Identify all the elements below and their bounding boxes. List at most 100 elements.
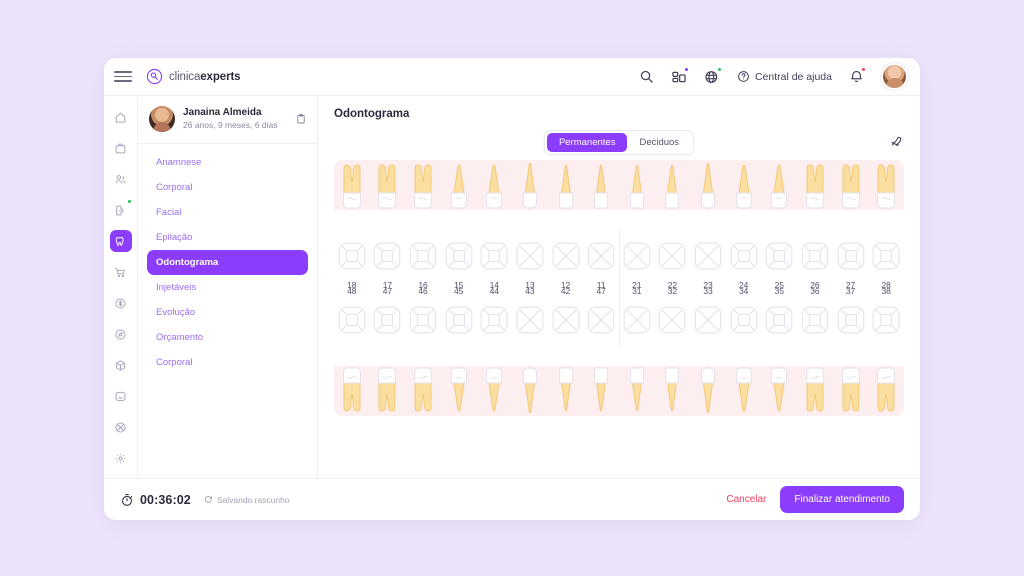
tooth-surface-chart[interactable] xyxy=(408,235,438,277)
tooth-32[interactable]: 32 xyxy=(655,283,691,416)
rail-item-rooms[interactable] xyxy=(110,199,132,221)
tooth-22[interactable]: 22 xyxy=(655,160,691,293)
rail-item-patients[interactable] xyxy=(110,168,132,190)
tooth-25[interactable]: 25 xyxy=(762,160,798,293)
tooth-33[interactable]: 33 xyxy=(690,283,726,416)
rail-item-agenda[interactable] xyxy=(110,137,132,159)
tooth-surface-chart[interactable] xyxy=(871,235,901,277)
tooth-45[interactable]: 45 xyxy=(441,283,477,416)
tooth-surface-chart[interactable] xyxy=(622,235,652,277)
brand-logo[interactable]: clinicaexperts xyxy=(146,68,241,85)
rail-item-finance[interactable] xyxy=(110,292,132,314)
tooth-surface-chart[interactable] xyxy=(729,235,759,277)
tooth-surface-chart[interactable] xyxy=(586,235,616,277)
tooth-surface-chart[interactable] xyxy=(836,235,866,277)
tooth-44[interactable]: 44 xyxy=(477,283,513,416)
tooth-42[interactable]: 42 xyxy=(548,283,584,416)
tooth-surface-chart[interactable] xyxy=(800,235,830,277)
rail-item-reports[interactable] xyxy=(110,323,132,345)
tooth-surface-chart[interactable] xyxy=(693,235,723,277)
tooth-12[interactable]: 12 xyxy=(548,160,584,293)
tooth-27[interactable]: 27 xyxy=(833,160,869,293)
tooth-surface-chart[interactable] xyxy=(800,299,830,341)
tooth-surface-chart[interactable] xyxy=(729,299,759,341)
tooth-surface-chart[interactable] xyxy=(551,299,581,341)
tooth-13[interactable]: 13 xyxy=(512,160,548,293)
rail-item-odontogram[interactable] xyxy=(109,230,132,252)
nav-item-anamnese[interactable]: Anamnese xyxy=(147,150,308,175)
tooth-surface-chart[interactable] xyxy=(836,299,866,341)
tooth-21[interactable]: 21 xyxy=(619,160,655,293)
hamburger-icon[interactable] xyxy=(114,71,132,82)
tooth-14[interactable]: 14 xyxy=(477,160,513,293)
tooth-16[interactable]: 16 xyxy=(405,160,441,293)
globe-icon[interactable] xyxy=(704,67,722,85)
nav-item-corporal-2[interactable]: Corporal xyxy=(147,350,308,375)
tooth-36[interactable]: 36 xyxy=(797,283,833,416)
tooth-surface-chart[interactable] xyxy=(444,235,474,277)
tooth-surface-chart[interactable] xyxy=(657,235,687,277)
tooth-15[interactable]: 15 xyxy=(441,160,477,293)
tooth-surface-chart[interactable] xyxy=(372,299,402,341)
nav-item-odontograma[interactable]: Odontograma xyxy=(147,250,308,275)
clipboard-icon[interactable] xyxy=(295,113,307,125)
tooth-surface-chart[interactable] xyxy=(657,299,687,341)
tooth-24[interactable]: 24 xyxy=(726,160,762,293)
tooth-surface-chart[interactable] xyxy=(479,235,509,277)
tooth-surface-chart[interactable] xyxy=(444,299,474,341)
tooth-18[interactable]: 18 xyxy=(334,160,370,293)
tooth-43[interactable]: 43 xyxy=(512,283,548,416)
tooth-surface-chart[interactable] xyxy=(479,299,509,341)
tooth-surface-chart[interactable] xyxy=(372,235,402,277)
tab-permanentes[interactable]: Permanentes xyxy=(546,132,628,152)
finish-appointment-button[interactable]: Finalizar atendimento xyxy=(780,486,904,513)
nav-item-evolucao[interactable]: Evolução xyxy=(147,300,308,325)
nav-item-orcamento[interactable]: Orçamento xyxy=(147,325,308,350)
tooth-37[interactable]: 37 xyxy=(833,283,869,416)
tooth-surface-chart[interactable] xyxy=(515,299,545,341)
nav-item-epilacao[interactable]: Epilação xyxy=(147,225,308,250)
tab-deciduos[interactable]: Deciduos xyxy=(627,133,691,152)
bell-icon[interactable] xyxy=(848,67,866,85)
tooth-surface-chart[interactable] xyxy=(586,299,616,341)
tooth-26[interactable]: 26 xyxy=(797,160,833,293)
tooth-17[interactable]: 17 xyxy=(370,160,406,293)
rail-item-home[interactable] xyxy=(110,106,132,128)
tooth-surface-chart[interactable] xyxy=(764,235,794,277)
tooth-38[interactable]: 38 xyxy=(868,283,904,416)
tooth-28[interactable]: 28 xyxy=(868,160,904,293)
nav-item-injetaveis[interactable]: Injetáveis xyxy=(147,275,308,300)
tooth-surface-chart[interactable] xyxy=(764,299,794,341)
patient-header[interactable]: Janaina Almeida 26 anos, 9 meses, 6 dias xyxy=(138,96,317,144)
tooth-surface-chart[interactable] xyxy=(871,299,901,341)
tooth-surface-chart[interactable] xyxy=(551,235,581,277)
tooth-surface-chart[interactable] xyxy=(622,299,652,341)
rocket-icon[interactable] xyxy=(890,135,904,149)
tooth-surface-chart[interactable] xyxy=(515,235,545,277)
cancel-button[interactable]: Cancelar xyxy=(726,494,766,505)
tooth-46[interactable]: 46 xyxy=(405,283,441,416)
nav-item-corporal[interactable]: Corporal xyxy=(147,175,308,200)
rail-item-support[interactable] xyxy=(110,416,132,438)
help-center-button[interactable]: Central de ajuda xyxy=(737,70,832,83)
nav-item-facial[interactable]: Facial xyxy=(147,200,308,225)
tooth-surface-chart[interactable] xyxy=(337,299,367,341)
tooth-surface-chart[interactable] xyxy=(693,299,723,341)
tooth-11[interactable]: 11 xyxy=(583,160,619,293)
tooth-47[interactable]: 47 xyxy=(370,283,406,416)
rail-item-messages[interactable] xyxy=(110,385,132,407)
rail-item-stock[interactable] xyxy=(110,354,132,376)
tooth-23[interactable]: 23 xyxy=(690,160,726,293)
apps-icon[interactable] xyxy=(671,67,689,85)
user-avatar[interactable] xyxy=(881,63,908,90)
tooth-34[interactable]: 34 xyxy=(726,283,762,416)
search-icon[interactable] xyxy=(638,68,655,85)
rail-item-cart[interactable] xyxy=(110,261,132,283)
tooth-surface-chart[interactable] xyxy=(408,299,438,341)
tooth-31[interactable]: 31 xyxy=(619,283,655,416)
rail-item-settings[interactable] xyxy=(110,447,132,469)
tooth-surface-chart[interactable] xyxy=(337,235,367,277)
tooth-47[interactable]: 47 xyxy=(583,283,619,416)
tooth-35[interactable]: 35 xyxy=(762,283,798,416)
tooth-48[interactable]: 48 xyxy=(334,283,370,416)
